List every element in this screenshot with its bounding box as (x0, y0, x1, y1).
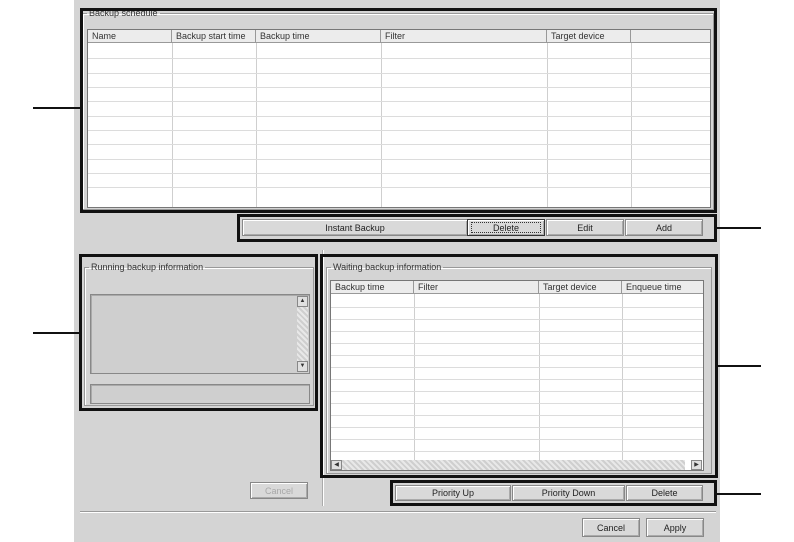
cancel-button[interactable]: Cancel (582, 518, 640, 537)
running-cancel-button[interactable]: Cancel (250, 482, 308, 499)
leader-line (33, 107, 80, 109)
callout-schedule-buttons (237, 214, 717, 242)
callout-backup-schedule (80, 8, 717, 213)
leader-line (718, 365, 761, 367)
callout-running-backup (79, 254, 318, 411)
leader-line (717, 493, 761, 495)
callout-waiting-buttons (390, 480, 717, 506)
callout-waiting-backup (320, 254, 718, 478)
apply-button[interactable]: Apply (646, 518, 704, 537)
leader-line (717, 227, 761, 229)
footer-divider (80, 511, 716, 512)
leader-line (33, 332, 79, 334)
